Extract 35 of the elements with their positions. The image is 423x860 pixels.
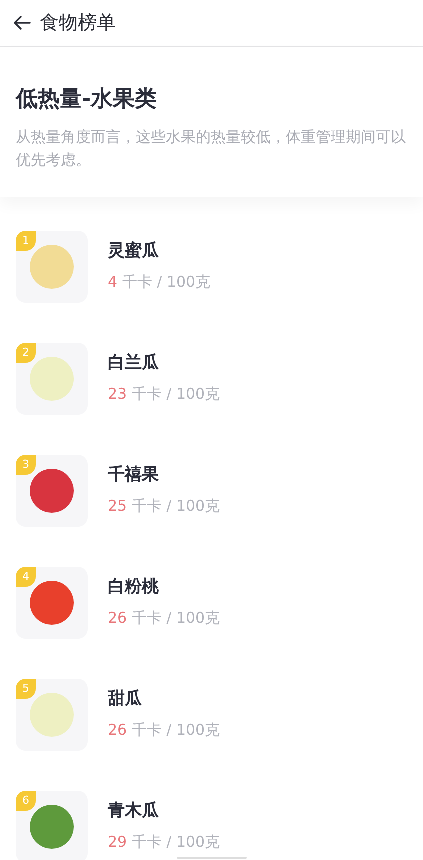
back-icon[interactable] [12,15,32,31]
food-item[interactable]: 5 甜瓜 26 千卡 / 100克 [0,679,423,791]
calorie-text: 29 千卡 / 100克 [108,832,220,850]
food-item[interactable]: 3 千禧果 25 千卡 / 100克 [0,455,423,567]
food-item[interactable]: 1 灵蜜瓜 4 千卡 / 100克 [0,231,423,343]
calorie-text: 26 千卡 / 100克 [108,608,220,626]
rank-badge: 4 [16,567,36,587]
fruit-drawing [30,357,74,401]
food-item[interactable]: 2 白兰瓜 23 千卡 / 100克 [0,343,423,455]
home-indicator [176,857,246,859]
calorie-text: 26 千卡 / 100克 [108,720,220,738]
calorie-text: 23 千卡 / 100克 [108,384,220,402]
food-item[interactable]: 6 青木瓜 29 千卡 / 100克 [0,791,423,860]
rank-badge: 5 [16,679,36,699]
food-name: 白粉桃 [108,576,160,599]
calorie-text: 25 千卡 / 100克 [108,496,220,514]
food-name: 甜瓜 [108,688,143,711]
fruit-drawing [30,469,74,513]
section-title: 低热量-水果类 [16,86,158,114]
calorie-text: 4 千卡 / 100克 [108,272,211,290]
food-item[interactable]: 4 白粉桃 26 千卡 / 100克 [0,567,423,679]
section-description: 从热量角度而言，这些水果的热量较低，体重管理期间可以优先考虑。 [16,127,407,170]
food-name: 灵蜜瓜 [108,240,160,263]
fruit-drawing [30,245,74,289]
food-name: 白兰瓜 [108,352,160,375]
food-name: 青木瓜 [108,800,160,823]
rank-badge: 6 [16,791,36,811]
rank-badge: 3 [16,455,36,475]
fruit-drawing [30,581,74,625]
fruit-drawing [30,693,74,737]
fruit-drawing [30,805,74,849]
rank-badge: 1 [16,231,36,251]
page-title: 食物榜单 [40,10,116,36]
food-name: 千禧果 [108,464,160,487]
rank-badge: 2 [16,343,36,363]
